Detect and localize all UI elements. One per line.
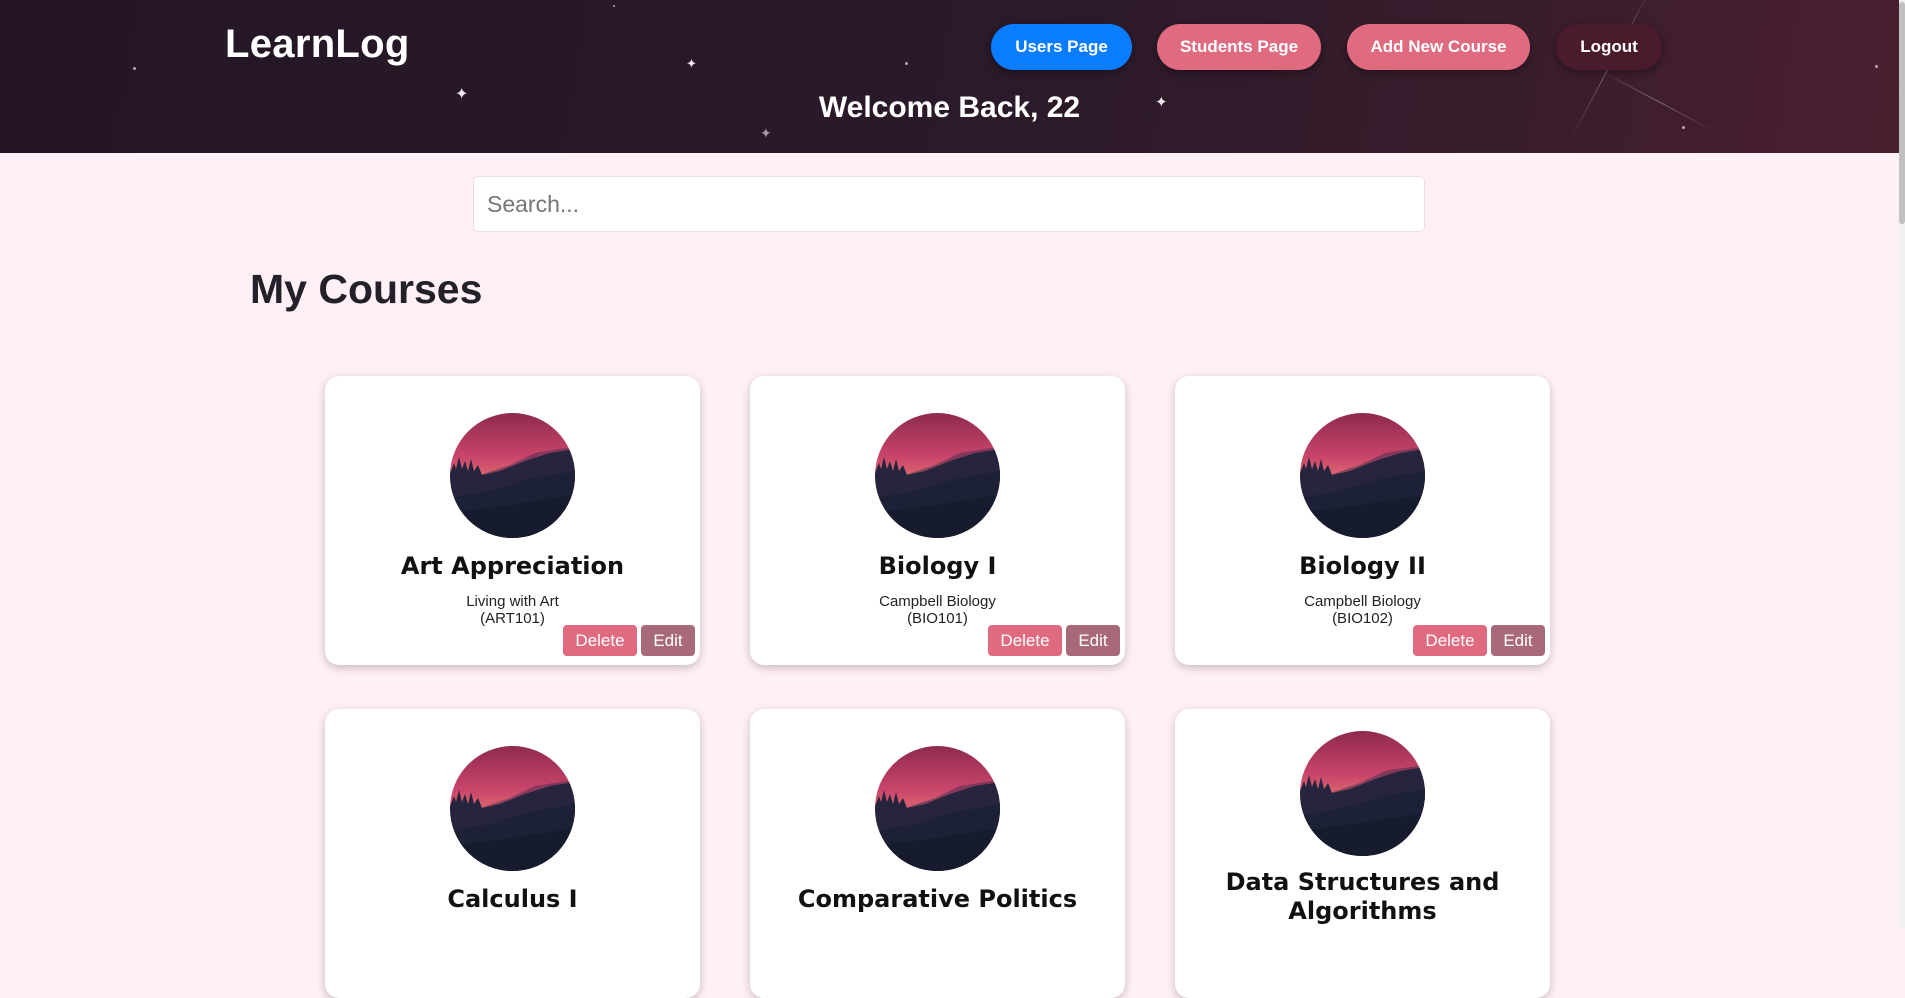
course-title: Art Appreciation (400, 552, 625, 580)
mountain-sunset-icon (450, 746, 575, 871)
search-input[interactable] (473, 176, 1425, 232)
course-card[interactable]: Calculus I (325, 709, 700, 998)
mountain-sunset-icon (875, 413, 1000, 538)
mountain-sunset-icon (450, 413, 575, 538)
course-title: Biology I (878, 552, 997, 580)
course-textbook: Campbell Biology (BIO102) (1175, 593, 1550, 627)
edit-course-button[interactable]: Edit (1491, 625, 1545, 656)
page-title: My Courses (250, 266, 483, 312)
welcome-message: Welcome Back, 22 (818, 91, 1081, 124)
edit-course-button[interactable]: Edit (1066, 625, 1120, 656)
delete-course-button[interactable]: Delete (1413, 625, 1487, 656)
add-new-course-button[interactable]: Add New Course (1347, 24, 1530, 70)
course-title: Biology II (1299, 552, 1426, 580)
scrollbar-thumb[interactable] (1899, 2, 1905, 224)
course-card[interactable]: Biology I Campbell Biology (BIO101) Dele… (750, 376, 1125, 665)
course-textbook: Living with Art (ART101) (325, 593, 700, 627)
logout-button[interactable]: Logout (1556, 24, 1662, 70)
course-book-title: Campbell Biology (1304, 593, 1421, 610)
star-dot-decoration (1682, 126, 1685, 129)
users-page-button[interactable]: Users Page (991, 24, 1132, 70)
course-title: Comparative Politics (797, 885, 1078, 913)
app-header: ✦ ✦ ✦ ✦ LearnLog Users Page Students Pag… (0, 0, 1899, 153)
star-dot-decoration (133, 67, 136, 70)
course-title: Data Structures and Algorithms (1225, 868, 1500, 925)
star-decoration-icon: ✦ (760, 126, 772, 142)
star-decoration-icon: ✦ (686, 57, 697, 72)
course-card[interactable]: Data Structures and Algorithms (1175, 709, 1550, 998)
students-page-button[interactable]: Students Page (1157, 24, 1321, 70)
edit-course-button[interactable]: Edit (641, 625, 695, 656)
mountain-sunset-icon (1300, 413, 1425, 538)
delete-course-button[interactable]: Delete (563, 625, 637, 656)
course-card[interactable]: Art Appreciation Living with Art (ART101… (325, 376, 700, 665)
page-scrollbar[interactable] (1899, 0, 1905, 928)
course-book-title: Living with Art (466, 593, 559, 610)
mountain-sunset-icon (1300, 731, 1425, 856)
course-book-title: Campbell Biology (879, 593, 996, 610)
star-dot-decoration (1875, 65, 1878, 68)
star-dot-decoration (905, 62, 908, 65)
course-card[interactable]: Comparative Politics (750, 709, 1125, 998)
mountain-sunset-icon (875, 746, 1000, 871)
star-dot-decoration (613, 5, 615, 7)
delete-course-button[interactable]: Delete (988, 625, 1062, 656)
course-title: Calculus I (447, 885, 578, 913)
course-card[interactable]: Biology II Campbell Biology (BIO102) Del… (1175, 376, 1550, 665)
app-logo[interactable]: LearnLog (225, 22, 410, 67)
course-textbook: Campbell Biology (BIO101) (750, 593, 1125, 627)
